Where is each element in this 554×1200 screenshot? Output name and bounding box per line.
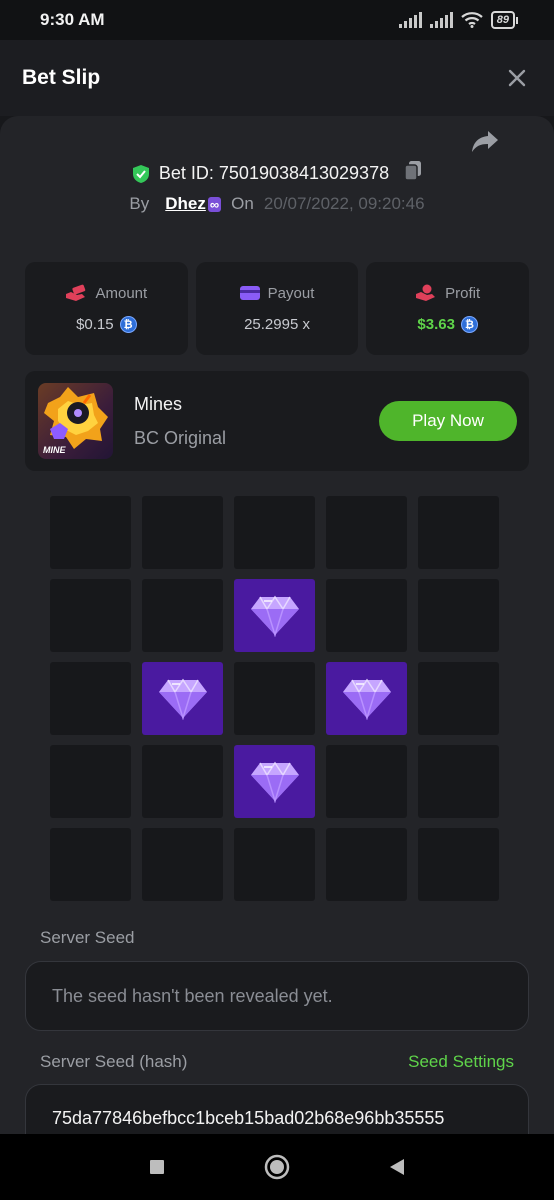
by-label: By (129, 194, 150, 213)
header: Bet Slip (0, 40, 554, 116)
signal-icon (398, 12, 422, 28)
diamond-gem-icon (250, 595, 299, 637)
bet-date: 20/07/2022, 09:20:46 (263, 194, 425, 213)
grid-cell (418, 496, 499, 569)
back-button[interactable] (381, 1151, 413, 1183)
grid-cell (50, 828, 131, 901)
currency-coin-icon: ₿ (460, 316, 478, 333)
grid-cell (142, 496, 223, 569)
bet-id: Bet ID: 75019038413029378 (158, 163, 390, 183)
grid-cell (50, 496, 131, 569)
grid-cell (234, 662, 315, 735)
profit-hand-icon (416, 284, 436, 301)
bet-slip-panel: Bet ID: 75019038413029378 By Dhez ∞ On 20… (0, 116, 554, 1144)
server-seed-hash-label: Server Seed (hash) (40, 1052, 188, 1071)
grid-cell-gem (234, 579, 315, 652)
server-seed-label: Server Seed (40, 928, 135, 947)
grid-cell-gem (142, 662, 223, 735)
grid-cell (50, 662, 131, 735)
grid-cell (50, 745, 131, 818)
grid-cell (418, 828, 499, 901)
diamond-gem-icon (342, 678, 391, 720)
infinity-badge-icon: ∞ (207, 197, 222, 212)
bet-stats: Amount $0.15 ₿ Payout 25.2995 x Profit $… (25, 262, 530, 355)
verified-shield-icon (132, 164, 149, 183)
game-thumb-label: MINE (43, 445, 66, 455)
play-now-button[interactable]: Play Now (379, 401, 517, 441)
on-label: On (231, 194, 254, 213)
grid-cell-gem (326, 662, 407, 735)
grid-cell (418, 579, 499, 652)
page-title: Bet Slip (22, 66, 101, 89)
stat-label: Amount (95, 284, 148, 302)
back-triangle-icon (390, 1159, 404, 1175)
grid-cell (234, 496, 315, 569)
stat-label: Profit (445, 284, 481, 302)
grid-cell (142, 745, 223, 818)
home-button[interactable] (261, 1151, 293, 1183)
mines-game-art-icon: MINE (43, 387, 108, 455)
grid-cell (326, 496, 407, 569)
grid-cell (326, 579, 407, 652)
bet-id-row: Bet ID: 75019038413029378 (0, 160, 554, 187)
game-card: MINE Mines BC Original Play Now (25, 371, 529, 471)
battery-level: 89 (490, 11, 515, 29)
status-bar: 9:30 AM 89 (0, 0, 554, 40)
game-subtitle: BC Original (134, 428, 227, 448)
recents-square-icon (150, 1160, 164, 1174)
grid-cell (418, 662, 499, 735)
status-time: 9:30 AM (40, 10, 105, 29)
grid-cell (234, 828, 315, 901)
stat-value: 25.2995 x (244, 315, 310, 333)
copy-icon (404, 161, 422, 181)
server-seed-field[interactable]: The seed hasn't been revealed yet. (25, 961, 529, 1031)
recents-button[interactable] (141, 1151, 173, 1183)
currency-coin-icon: ₿ (119, 316, 137, 333)
wallet-icon (239, 286, 260, 300)
username-link[interactable]: Dhez ∞ (165, 194, 222, 214)
battery-icon: 89 (490, 11, 518, 29)
stat-amount: Amount $0.15 ₿ (25, 262, 188, 355)
stat-value: $0.15 (76, 316, 114, 333)
wifi-icon (461, 12, 483, 28)
system-nav-bar (0, 1134, 554, 1200)
game-thumbnail[interactable]: MINE (38, 383, 113, 459)
status-icons: 89 (398, 11, 518, 29)
stat-profit: Profit $3.63 ₿ (366, 262, 530, 355)
diamond-gem-icon (250, 761, 299, 803)
share-icon (472, 131, 498, 152)
stat-label: Payout (267, 284, 315, 302)
grid-cell (142, 828, 223, 901)
copy-button[interactable] (403, 160, 423, 187)
close-button[interactable] (502, 63, 532, 93)
signal-icon (429, 12, 453, 28)
grid-cell (142, 579, 223, 652)
bet-meta-row: By Dhez ∞ On 20/07/2022, 09:20:46 (0, 194, 554, 214)
username: Dhez (165, 194, 206, 213)
grid-cell (326, 745, 407, 818)
seed-settings-link[interactable]: Seed Settings (408, 1052, 514, 1072)
grid-cell-gem (234, 745, 315, 818)
money-hand-icon (66, 284, 86, 301)
diamond-gem-icon (158, 678, 207, 720)
grid-cell (50, 579, 131, 652)
grid-cell (326, 828, 407, 901)
mines-grid (50, 496, 500, 901)
stat-payout: Payout 25.2995 x (195, 262, 359, 355)
home-circle-icon (264, 1154, 290, 1180)
grid-cell (418, 745, 499, 818)
close-icon (508, 69, 526, 87)
share-button[interactable] (468, 123, 502, 157)
game-name: Mines (134, 394, 183, 414)
stat-value: $3.63 (417, 316, 455, 333)
